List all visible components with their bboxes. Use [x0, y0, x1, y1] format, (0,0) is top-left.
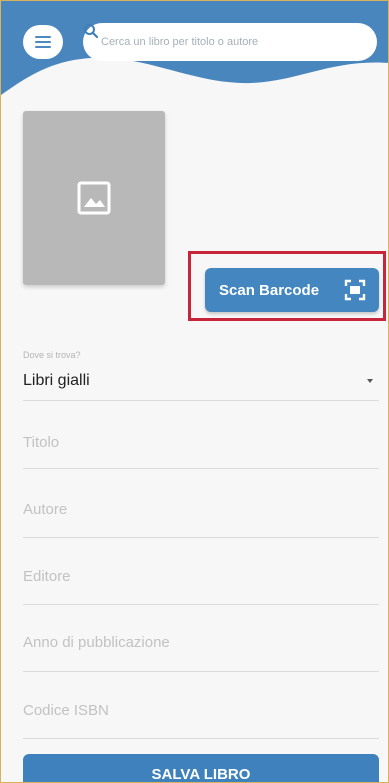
divider: [23, 400, 379, 401]
caret-down-icon: [367, 379, 373, 383]
divider: [23, 738, 379, 739]
isbn-field[interactable]: [23, 695, 379, 725]
search-icon[interactable]: [83, 23, 99, 39]
title-field[interactable]: [23, 427, 379, 457]
location-label: Dove si trova?: [23, 350, 81, 360]
year-field[interactable]: [23, 627, 379, 657]
menu-button[interactable]: [23, 25, 63, 59]
scan-barcode-label: Scan Barcode: [219, 281, 320, 299]
search-bar[interactable]: [83, 23, 377, 61]
author-field[interactable]: [23, 494, 379, 524]
divider: [23, 537, 379, 538]
book-cover-placeholder[interactable]: [23, 111, 165, 285]
divider: [23, 671, 379, 672]
location-value: Libri gialli: [23, 372, 90, 389]
menu-icon: [35, 33, 51, 51]
publisher-field[interactable]: [23, 561, 379, 591]
location-select[interactable]: Libri gialli: [23, 367, 381, 395]
app-screen: Scan Barcode Dove si trova? Libri gialli…: [0, 0, 389, 783]
barcode-scan-icon: [344, 279, 366, 301]
divider: [23, 468, 379, 469]
image-icon: [77, 181, 111, 215]
search-input[interactable]: [99, 35, 363, 49]
save-book-button[interactable]: SALVA LIBRO: [23, 754, 379, 782]
divider: [23, 604, 379, 605]
scan-barcode-button[interactable]: Scan Barcode: [205, 268, 379, 312]
app-header: [1, 1, 388, 111]
